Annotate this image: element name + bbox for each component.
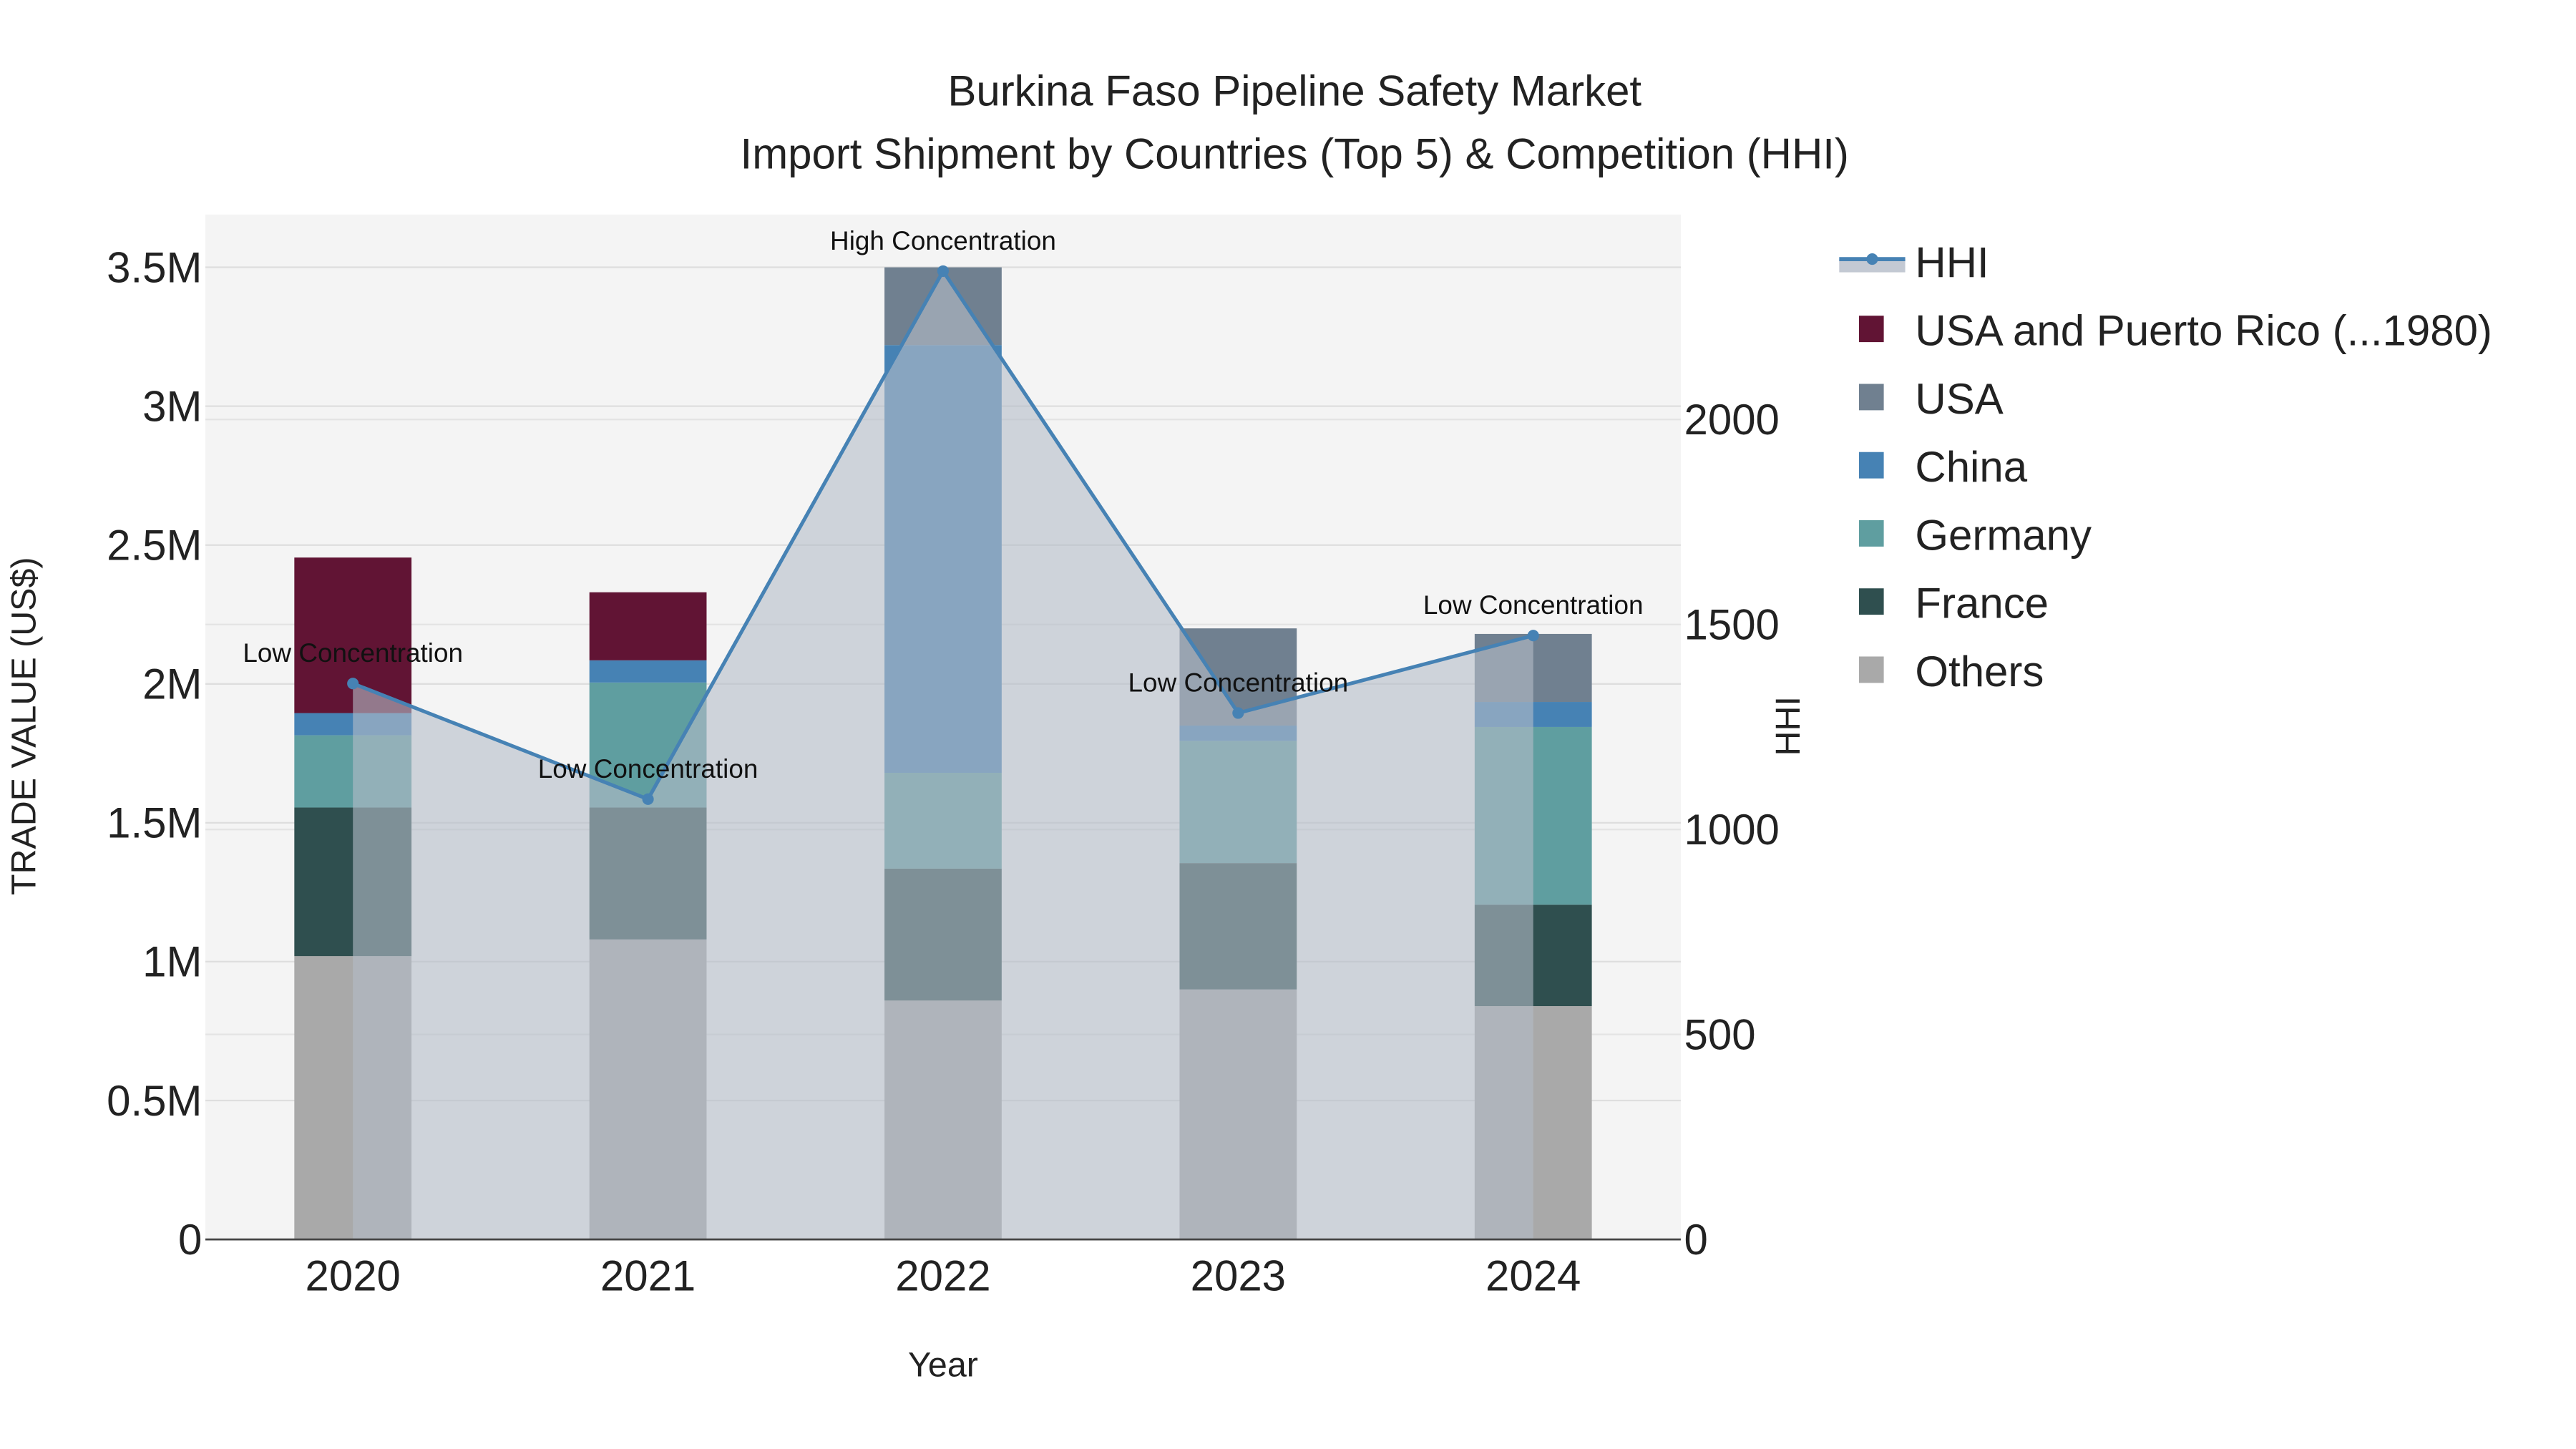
bar-china-2021 <box>589 660 707 683</box>
hhi-point-2022 <box>937 265 950 277</box>
y2-tick-label: 1500 <box>1684 600 1780 648</box>
legend-label: China <box>1915 443 2027 491</box>
y2-axis-label: HHI <box>1769 696 1807 756</box>
legend-swatch <box>1859 519 1884 547</box>
x-tick-label: 2024 <box>1485 1252 1581 1300</box>
legend-swatch <box>1859 316 1884 343</box>
chart: Burkina Faso Pipeline Safety Market Impo… <box>4 67 2492 1385</box>
y-tick-label: 1.5M <box>107 799 202 847</box>
legend-label: HHI <box>1915 238 1989 286</box>
legend-swatch <box>1859 452 1884 479</box>
hhi-point-2021 <box>642 793 654 805</box>
y2-tick-label: 1000 <box>1684 806 1780 854</box>
legend-label: USA and Puerto Rico (...1980) <box>1915 307 2492 355</box>
y-tick-label: 2.5M <box>107 521 202 569</box>
y-tick-label: 0.5M <box>107 1077 202 1125</box>
hhi-point-2024 <box>1527 630 1539 642</box>
x-axis: 2020 2021 2022 2023 2024 <box>306 1252 1581 1300</box>
y-tick-label: 3M <box>142 382 202 430</box>
y-tick-label: 3.5M <box>107 243 202 291</box>
x-tick-label: 2021 <box>600 1252 696 1300</box>
x-tick-label: 2020 <box>306 1252 401 1300</box>
legend-label: Others <box>1915 648 2044 696</box>
y2-axis: 0 500 1000 1500 2000 <box>1684 396 1780 1264</box>
x-tick-label: 2022 <box>895 1252 990 1300</box>
y-tick-label: 0 <box>178 1216 202 1264</box>
y2-tick-label: 2000 <box>1684 396 1780 444</box>
hhi-point-2023 <box>1232 707 1244 719</box>
hhi-point-2020 <box>347 678 359 690</box>
y-tick-label: 1M <box>142 938 202 986</box>
hhi-annotation: Low Concentration <box>1128 668 1349 697</box>
legend-label: Germany <box>1915 511 2092 559</box>
legend-label: USA <box>1915 375 2003 423</box>
y2-tick-label: 500 <box>1684 1010 1756 1058</box>
x-axis-label: Year <box>908 1346 978 1385</box>
chart-title: Burkina Faso Pipeline Safety Market <box>947 67 1641 115</box>
x-tick-label: 2023 <box>1191 1252 1286 1300</box>
legend-swatch <box>1859 588 1884 615</box>
y-tick-label: 2M <box>142 660 202 708</box>
hhi-annotation: Low Concentration <box>538 754 758 784</box>
y-axis: 0 0.5M 1M 1.5M 2M 2.5M 3M 3.5M <box>107 243 202 1264</box>
legend-hhi-marker <box>1866 253 1878 265</box>
y-axis-label: TRADE VALUE (US$) <box>4 557 43 895</box>
chart-subtitle: Import Shipment by Countries (Top 5) & C… <box>741 130 1849 177</box>
hhi-annotation: High Concentration <box>830 226 1056 255</box>
hhi-annotation: Low Concentration <box>1423 590 1644 620</box>
legend: HHI USA and Puerto Rico (...1980) USA China… <box>1839 238 2492 696</box>
legend-label: France <box>1915 580 2049 628</box>
legend-swatch <box>1859 656 1884 683</box>
bar-usa-and-puerto-rico-1980--2021 <box>589 592 707 660</box>
y2-tick-label: 0 <box>1684 1216 1708 1264</box>
hhi-annotation: Low Concentration <box>243 638 463 668</box>
legend-swatch <box>1859 384 1884 411</box>
